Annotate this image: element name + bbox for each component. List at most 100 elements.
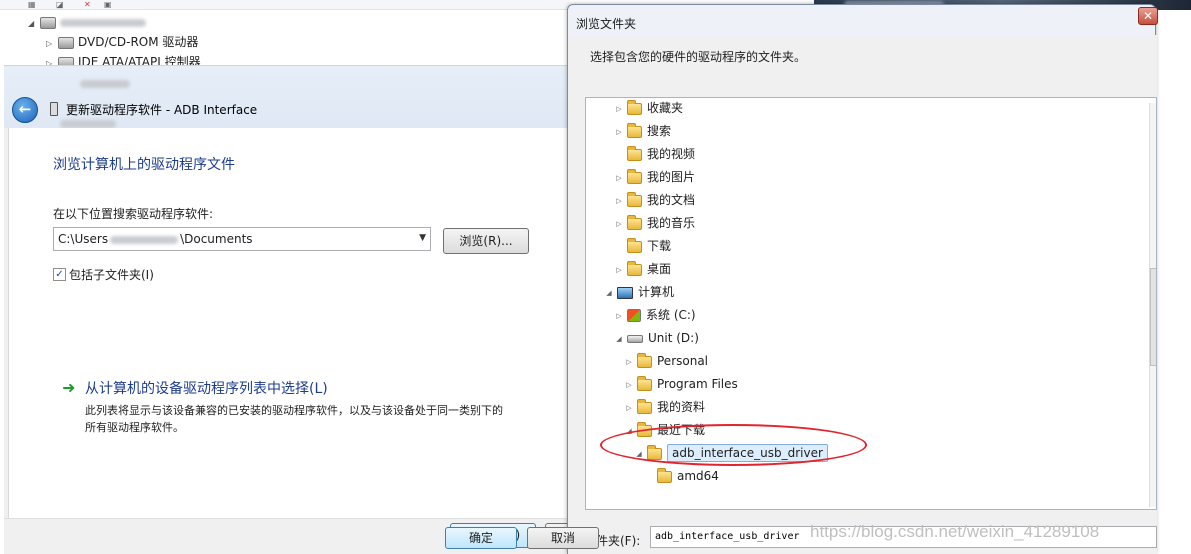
folder-tree-item[interactable]: ▷ Program Files (624, 374, 738, 394)
expand-arrow-icon[interactable]: ▷ (614, 214, 624, 234)
dialog-description: 选择包含您的硬件的驱动程序的文件夹。 (590, 50, 807, 64)
folder-tree-label: 桌面 (647, 262, 672, 276)
search-folder-icon (627, 122, 642, 138)
pick-from-list-description: 此列表将显示与该设备兼容的已安装的驱动程序软件，以及与该设备处于同一类别下的 (85, 404, 503, 417)
dialog-title: 浏览文件夹 (576, 17, 637, 31)
device-tree-root[interactable]: ◢ (28, 12, 146, 32)
pick-from-list-description: 所有驱动程序软件。 (85, 421, 184, 434)
usb-device-icon (50, 102, 58, 116)
expand-arrow-icon[interactable]: ◢ (28, 14, 40, 34)
star-folder-icon (627, 99, 642, 115)
ide-controller-icon (58, 56, 74, 65)
device-tree-item[interactable]: ▷ IDE ATA/ATAPI 控制器 (46, 52, 201, 65)
pictures-folder-icon (627, 168, 642, 184)
dvd-drive-icon (58, 36, 74, 49)
wizard-header: ← 更新驱动程序软件 - ADB Interface (4, 66, 570, 128)
wizard-heading: 浏览计算机上的驱动程序文件 (53, 157, 235, 173)
tree-scrollbar[interactable] (1149, 103, 1156, 507)
device-manager-window: ▦ ◪ ✕ ▣ ◢ ▷ DVD/CD-ROM 驱动器 ▷ IDE ATA/ATAPI… (0, 0, 570, 70)
folder-tree-label: 计算机 (638, 285, 675, 299)
toolbar-icon[interactable]: ▦ (28, 0, 38, 9)
close-icon[interactable]: ✕ (1138, 7, 1158, 25)
cancel-button[interactable]: 取消 (527, 527, 599, 549)
path-suffix: \Documents (180, 232, 253, 246)
folder-tree-label: 我的音乐 (647, 216, 696, 230)
device-tree-label: DVD/CD-ROM 驱动器 (78, 35, 199, 49)
folder-tree-label: 我的文档 (647, 193, 696, 207)
folder-tree-item[interactable]: amd64 (644, 466, 719, 486)
device-tree-label: IDE ATA/ATAPI 控制器 (78, 55, 201, 65)
expand-arrow-icon[interactable]: ▷ (614, 306, 624, 326)
documents-folder-icon (627, 191, 642, 207)
redacted-text (80, 80, 130, 88)
folder-icon (637, 375, 652, 391)
folder-icon (637, 398, 652, 414)
include-subfolders-label[interactable]: 包括子文件夹(I) (69, 266, 154, 283)
folder-tree-label: Unit (D:) (648, 331, 699, 345)
expand-arrow-icon[interactable]: ▷ (46, 34, 58, 54)
folder-tree-item[interactable]: ▷ 我的音乐 (614, 213, 695, 233)
folder-tree-item[interactable]: ▷ 我的文档 (614, 190, 695, 210)
folder-tree-item[interactable]: ▷ 桌面 (614, 259, 671, 279)
update-driver-wizard: ← 更新驱动程序软件 - ADB Interface 浏览计算机上的驱动程序文件… (4, 65, 585, 554)
ok-button[interactable]: 确定 (445, 527, 517, 549)
folder-tree-item[interactable]: ▷ 收藏夹 (614, 98, 683, 118)
drive-icon (627, 334, 643, 343)
computer-icon (617, 286, 633, 299)
folder-icon (657, 467, 672, 483)
redacted-text (60, 120, 116, 128)
folder-tree-label: amd64 (677, 469, 719, 483)
expand-arrow-icon[interactable]: ◢ (614, 329, 624, 349)
folder-tree-item[interactable]: ◢ Unit (D:) (614, 328, 699, 348)
desktop-folder-icon (627, 260, 642, 276)
expand-arrow-icon[interactable]: ▷ (624, 352, 634, 372)
folder-tree-item[interactable]: ▷ Personal (624, 351, 708, 371)
expand-arrow-icon[interactable]: ▷ (614, 191, 624, 211)
folder-tree-item[interactable]: ▷ 我的图片 (614, 167, 695, 187)
expand-arrow-icon[interactable]: ▷ (614, 99, 624, 119)
folder-tree-label: 系统 (C:) (646, 308, 696, 322)
folder-tree-item[interactable]: ▷ 我的资料 (624, 397, 705, 417)
path-prefix: C:\Users (58, 232, 109, 246)
folder-icon (637, 352, 652, 368)
expand-arrow-icon[interactable]: ◢ (604, 283, 614, 303)
expand-arrow-icon[interactable]: ▷ (614, 260, 624, 280)
folder-tree-label: 下载 (647, 239, 672, 253)
dropdown-arrow-icon[interactable]: ▼ (419, 233, 426, 243)
pick-from-list-link[interactable]: 从计算机的设备驱动程序列表中选择(L) (85, 378, 328, 398)
folder-tree-label: 我的图片 (647, 170, 696, 184)
folder-tree-item[interactable]: ◢ 计算机 (604, 282, 674, 302)
expand-arrow-icon[interactable]: ▷ (614, 168, 624, 188)
folder-tree-label: Program Files (657, 377, 738, 391)
search-path-combobox[interactable]: C:\Users \Documents ▼ (53, 227, 431, 251)
back-arrow-button[interactable]: ← (12, 97, 38, 123)
system-drive-icon (627, 309, 641, 322)
expand-arrow-icon[interactable]: ▷ (624, 398, 634, 418)
computer-icon (40, 16, 56, 29)
expand-arrow-icon[interactable]: ▷ (46, 54, 58, 65)
folder-tree-item[interactable]: ▷ 搜索 (614, 121, 671, 141)
search-location-label: 在以下位置搜索驱动程序软件: (53, 207, 214, 221)
uninstall-icon[interactable]: ✕ (84, 0, 94, 9)
expand-arrow-icon[interactable]: ▷ (614, 122, 624, 142)
dialog-body: 选择包含您的硬件的驱动程序的文件夹。 ▷ 收藏夹 ▷ 搜索我的视频 ▷ 我的图片 ▷ 我的文档… (568, 35, 1157, 554)
folder-tree-item[interactable]: 我的视频 (614, 144, 695, 164)
redacted-computer-name (60, 18, 146, 27)
green-arrow-icon: ➜ (62, 378, 76, 397)
expand-arrow-icon[interactable]: ▷ (624, 375, 634, 395)
browse-button[interactable]: 浏览(R)... (443, 228, 529, 254)
folder-tree-label: 我的视频 (647, 147, 696, 161)
toolbar-icon[interactable]: ◪ (56, 0, 66, 9)
folder-tree-item[interactable]: ▷ 系统 (C:) (614, 305, 696, 325)
folder-tree-label: 我的资料 (657, 400, 706, 414)
watermark: https://blog.csdn.net/weixin_41289108 (810, 522, 1100, 541)
scrollbar-thumb[interactable] (1150, 268, 1156, 366)
device-tree-item[interactable]: ▷ DVD/CD-ROM 驱动器 (46, 32, 198, 52)
red-annotation-ellipse (600, 424, 867, 466)
include-subfolders-checkbox[interactable]: ✓ (53, 268, 66, 281)
folder-tree-item[interactable]: 下载 (614, 236, 671, 256)
wizard-title: 更新驱动程序软件 - ADB Interface (66, 103, 258, 117)
toolbar-icon[interactable]: ▣ (104, 0, 114, 9)
search-path-value: C:\Users \Documents (58, 232, 253, 246)
video-folder-icon (627, 145, 642, 161)
